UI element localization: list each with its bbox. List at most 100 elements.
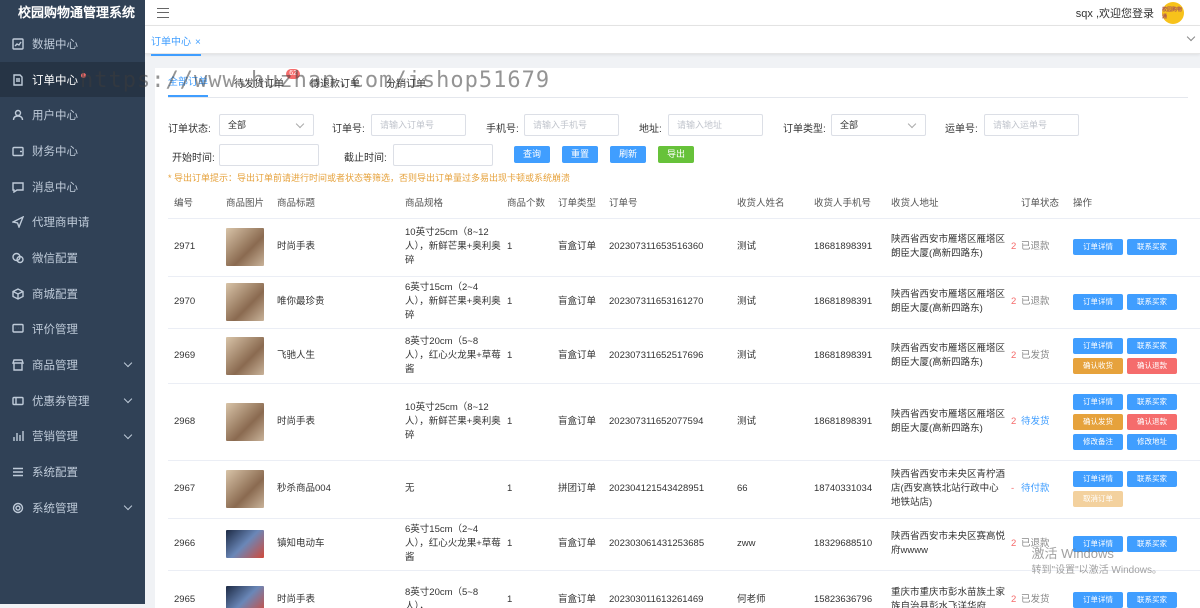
sidebar-item-10[interactable]: 优惠券管理 <box>0 383 145 419</box>
sidebar-item-label: 财务中心 <box>32 145 78 158</box>
action-button[interactable]: 联系买家 <box>1127 239 1177 255</box>
chevron-down-icon[interactable] <box>1186 32 1196 42</box>
action-button[interactable]: 订单详情 <box>1073 294 1123 310</box>
product-count: 1 <box>501 328 552 384</box>
sidebar-item-0[interactable]: 数据中心 <box>0 26 145 62</box>
sidebar-item-label: 优惠券管理 <box>32 395 90 408</box>
action-button[interactable]: 订单详情 <box>1073 393 1123 410</box>
product-image[interactable] <box>226 530 264 558</box>
row-actions: 订单详情 联系买家 <box>1073 239 1185 255</box>
phone-input[interactable]: 请输入手机号 <box>524 114 619 136</box>
action-button[interactable]: 修改备注 <box>1073 433 1123 450</box>
product-image[interactable] <box>226 586 264 608</box>
query-button[interactable]: 查询 <box>514 146 550 163</box>
sidebar-item-4[interactable]: 消息中心 <box>0 169 145 205</box>
sidebar-item-12[interactable]: 系统配置 <box>0 454 145 490</box>
order-no-input[interactable]: 请输入订单号 <box>371 114 466 136</box>
address-input[interactable]: 请输入地址 <box>668 114 763 136</box>
product-image[interactable] <box>226 283 264 321</box>
sidebar-item-2[interactable]: 用户中心 <box>0 97 145 133</box>
end-time-input[interactable] <box>393 144 493 166</box>
order-type-label: 订单类型: <box>783 124 826 135</box>
start-time-label: 开始时间: <box>172 153 215 164</box>
product-count: 1 <box>501 570 552 608</box>
product-spec: 6英寸15cm（2~4人），红心火龙果+草莓酱 <box>399 518 501 571</box>
product-count: 1 <box>501 460 552 519</box>
reset-button[interactable]: 重置 <box>562 146 598 163</box>
order-type: 盲盒订单 <box>552 570 603 608</box>
order-number: 2023073116535163​60 <box>603 218 731 277</box>
truncated-cell: 2 <box>1005 328 1016 384</box>
column-header <box>1005 186 1015 219</box>
sidebar-item-5[interactable]: 代理商申请 <box>0 204 145 240</box>
truncated-cell: 2 <box>1005 276 1016 329</box>
main-area: sqx ,欢迎您登录 校园购物通 订单中心 × 全部订单 待发货订单 62 待退款订单分… <box>80 0 1200 608</box>
hamburger-icon[interactable] <box>157 7 169 18</box>
chevron-down-icon <box>123 394 133 404</box>
action-button[interactable]: 订单详情 <box>1073 239 1123 255</box>
table-row[interactable]: 2969 飞驰人生 8英寸20cm（5~8人），红心火龙果+草莓酱 1 盲盒订单 2023… <box>168 328 1200 384</box>
action-button[interactable]: 订单详情 <box>1073 592 1123 608</box>
receiver-address: 陕西省西安市雁塔区雁塔区朗臣大厦(高新四路东) <box>885 276 1005 329</box>
order-status: 待付款 <box>1015 460 1067 519</box>
status-select[interactable]: 全部 <box>219 114 314 136</box>
order-id: 2965 <box>168 570 220 608</box>
action-button[interactable]: 订单详情 <box>1073 471 1123 487</box>
wechat-icon <box>12 252 24 264</box>
order-type-select[interactable]: 全部 <box>831 114 926 136</box>
refresh-button[interactable]: 刷新 <box>610 146 646 163</box>
order-status: 已退款 <box>1015 276 1067 329</box>
row-actions: 订单详情 联系买家 <box>1073 294 1185 310</box>
table-row[interactable]: 2971 时尚手表 10英寸25cm（8~12人），新鲜芒果+奥利奥碎 1 盲盒订单 20… <box>168 218 1200 277</box>
action-button[interactable]: 联系买家 <box>1127 592 1177 608</box>
receiver-phone: 18740331034 <box>808 460 885 519</box>
sidebar-item-6[interactable]: 微信配置 <box>0 240 145 276</box>
sidebar-item-label: 用户中心 <box>32 110 78 123</box>
action-button[interactable]: 确认收货 <box>1073 357 1123 374</box>
product-image[interactable] <box>226 470 264 508</box>
action-button[interactable]: 确认发货 <box>1073 413 1123 430</box>
sidebar-item-label: 消息中心 <box>32 181 78 194</box>
status-label: 订单状态: <box>168 124 211 135</box>
action-button[interactable]: 联系买家 <box>1127 471 1177 487</box>
sidebar-item-label: 评价管理 <box>32 324 78 337</box>
action-button[interactable]: 确认退款 <box>1127 413 1177 430</box>
product-title: 镇知电动车 <box>271 518 399 571</box>
action-button[interactable]: 联系买家 <box>1127 337 1177 354</box>
waybill-input[interactable]: 请输入运单号 <box>984 114 1079 136</box>
action-button[interactable]: 联系买家 <box>1127 294 1177 310</box>
start-time-input[interactable] <box>219 144 319 166</box>
greeting-text: sqx ,欢迎您登录 <box>1075 7 1154 20</box>
action-button[interactable]: 取消订单 <box>1073 491 1123 507</box>
table-row[interactable]: 2970 唯你最珍贵 6英寸15cm（2~4人），新鲜芒果+奥利奥碎 1 盲盒订单 202… <box>168 276 1200 329</box>
export-button[interactable]: 导出 <box>658 146 694 163</box>
chart-icon <box>12 38 24 50</box>
close-icon[interactable]: × <box>195 37 201 48</box>
avatar[interactable]: 校园购物通 <box>1162 1 1184 24</box>
table-row[interactable]: 2967 秒杀商品004 无 1 拼团订单 202304121543428951 66 187… <box>168 460 1200 519</box>
sidebar-item-9[interactable]: 商品管理 <box>0 347 145 383</box>
sidebar-item-label: 代理商申请 <box>32 217 90 230</box>
coupon-icon <box>12 395 24 407</box>
table-row[interactable]: 2968 时尚手表 10英寸25cm（8~12人），新鲜芒果+奥利奥碎 1 盲盒订单 20… <box>168 383 1200 461</box>
tag-order-center[interactable]: 订单中心 × <box>151 33 201 56</box>
sidebar-item-3[interactable]: 财务中心 <box>0 133 145 169</box>
sidebar-item-13[interactable]: 系统管理 <box>0 490 145 526</box>
action-button[interactable]: 确认退款 <box>1127 357 1177 374</box>
product-image[interactable] <box>226 228 264 266</box>
sidebar-item-11[interactable]: 营销管理 <box>0 419 145 455</box>
product-image[interactable] <box>226 402 264 441</box>
truncated-cell: 2 <box>1005 518 1016 571</box>
product-title: 时尚手表 <box>271 383 399 461</box>
action-button[interactable]: 联系买家 <box>1127 393 1177 410</box>
windows-activation-watermark: 激活 Windows 转到"设置"以激活 Windows。 <box>1032 546 1162 578</box>
product-count: 1 <box>501 218 552 277</box>
product-image[interactable] <box>226 336 264 375</box>
sidebar-item-7[interactable]: 商城配置 <box>0 276 145 312</box>
waybill-label: 运单号: <box>945 124 978 135</box>
order-id: 2968 <box>168 383 220 461</box>
sidebar-item-8[interactable]: 评价管理 <box>0 312 145 348</box>
action-button[interactable]: 修改地址 <box>1127 433 1177 450</box>
action-button[interactable]: 订单详情 <box>1073 337 1123 354</box>
column-header: 商品个数 <box>501 186 552 219</box>
